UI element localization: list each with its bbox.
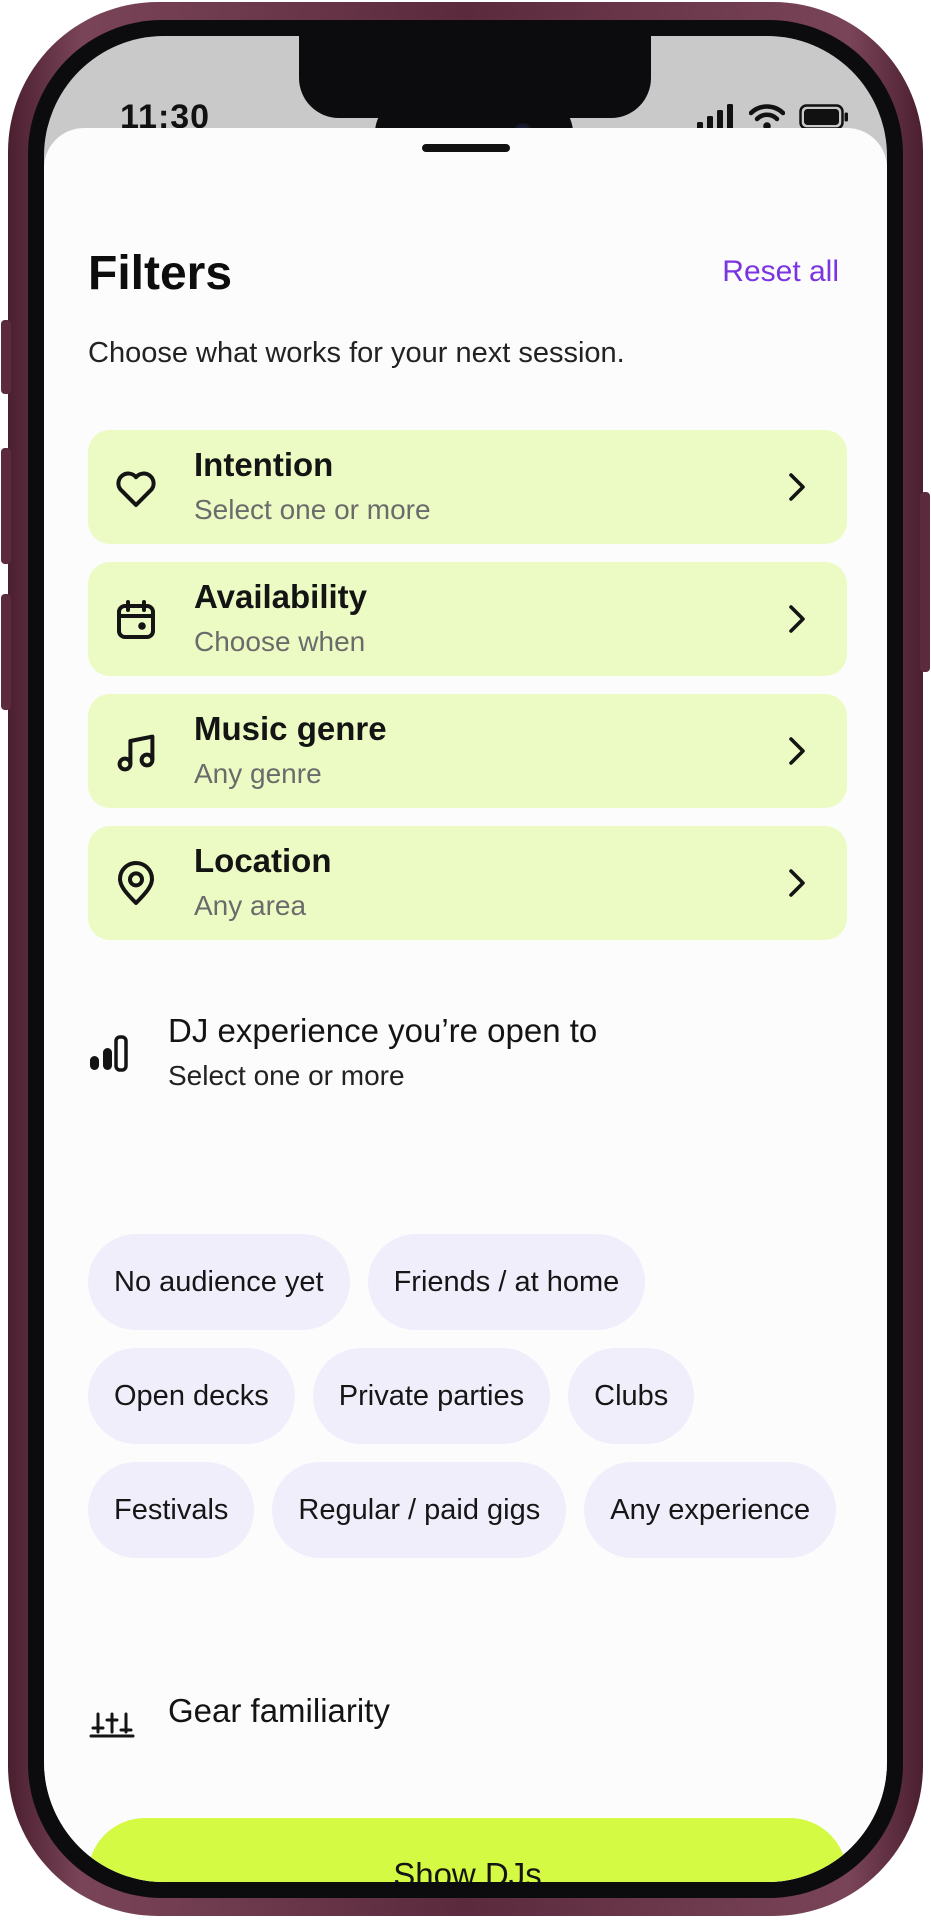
reset-all-button[interactable]: Reset all <box>722 255 839 289</box>
filter-subtitle: Choose when <box>194 626 366 657</box>
filter-title: Availability <box>194 578 368 615</box>
volume-down-button <box>1 594 11 710</box>
filter-row-availability[interactable]: Availability Choose when <box>88 562 847 676</box>
filter-row-intention[interactable]: Intention Select one or more <box>88 430 847 544</box>
filter-title: Music genre <box>194 710 387 747</box>
action-button <box>1 320 11 394</box>
chevron-right-icon <box>789 605 805 633</box>
chip-open-decks[interactable]: Open decks <box>88 1348 295 1444</box>
filter-title: Intention <box>194 446 334 483</box>
wifi-icon <box>749 104 785 130</box>
chip-clubs[interactable]: Clubs <box>568 1348 695 1444</box>
filter-subtitle: Select one or more <box>194 494 431 525</box>
chevron-right-icon <box>789 473 805 501</box>
filter-subtitle: Any area <box>194 890 307 921</box>
cellular-signal-icon <box>697 104 733 130</box>
chevron-right-icon <box>789 869 805 897</box>
music-note-icon <box>117 734 155 772</box>
chip-friends-at-home[interactable]: Friends / at home <box>367 1234 646 1330</box>
heart-icon <box>116 471 156 507</box>
status-icons <box>697 104 849 130</box>
phone-frame: 11:30 Filters Reset all Choose what work… <box>1 2 930 1916</box>
experience-title: DJ experience you’re open to <box>168 1012 598 1049</box>
chip-private-parties[interactable]: Private parties <box>312 1348 551 1444</box>
chevron-right-icon <box>789 737 805 765</box>
chip-no-audience-yet[interactable]: No audience yet <box>88 1234 350 1330</box>
sliders-icon <box>89 1712 135 1738</box>
calendar-icon <box>117 600 155 639</box>
chip-festivals[interactable]: Festivals <box>88 1462 255 1558</box>
filter-row-location[interactable]: Location Any area <box>88 826 847 940</box>
filter-list: Intention Select one or more Availabilit… <box>88 430 847 958</box>
volume-up-button <box>1 448 11 564</box>
filter-subtitle: Any genre <box>194 758 322 789</box>
screen: 11:30 Filters Reset all Choose what work… <box>44 36 887 1882</box>
location-pin-icon <box>118 861 154 905</box>
page-subtitle: Choose what works for your next session. <box>88 337 625 369</box>
filter-title: Location <box>194 842 332 879</box>
filter-row-music-genre[interactable]: Music genre Any genre <box>88 694 847 808</box>
phone-bezel: 11:30 Filters Reset all Choose what work… <box>28 20 903 1898</box>
signal-bars-icon <box>90 1035 128 1072</box>
filters-sheet: Filters Reset all Choose what works for … <box>44 128 887 1882</box>
experience-chip-group: No audience yet Friends / at home Open d… <box>88 1234 847 1558</box>
power-button <box>920 492 930 672</box>
experience-subtitle: Select one or more <box>168 1060 405 1091</box>
show-djs-button[interactable]: Show DJs <box>88 1818 847 1882</box>
gear-title: Gear familiarity <box>168 1692 390 1729</box>
chip-any-experience[interactable]: Any experience <box>584 1462 837 1558</box>
battery-icon <box>799 104 848 130</box>
sheet-grabber[interactable] <box>421 144 510 152</box>
page-title: Filters <box>88 247 233 300</box>
chip-regular-paid-gigs[interactable]: Regular / paid gigs <box>272 1462 567 1558</box>
